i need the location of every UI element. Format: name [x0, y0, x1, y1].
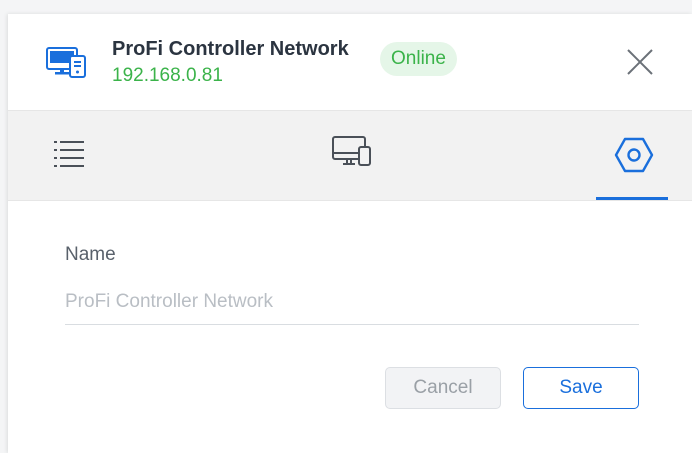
active-tab-indicator — [596, 197, 668, 200]
desktop-network-icon — [46, 45, 88, 79]
cancel-button[interactable]: Cancel — [385, 367, 501, 409]
monitor-device-icon — [332, 136, 371, 166]
name-input[interactable] — [65, 280, 639, 325]
tab-bar — [8, 110, 692, 201]
tab-list[interactable] — [38, 111, 108, 200]
tab-settings[interactable] — [596, 111, 668, 200]
close-icon — [627, 49, 653, 75]
device-name: ProFi Controller Network — [112, 38, 349, 60]
name-field-label: Name — [65, 244, 116, 265]
device-ip: 192.168.0.81 — [112, 65, 223, 86]
close-button[interactable] — [620, 42, 660, 82]
save-button[interactable]: Save — [523, 367, 639, 409]
device-settings-panel: ProFi Controller Network 192.168.0.81 On… — [8, 14, 692, 453]
panel-header: ProFi Controller Network 192.168.0.81 On… — [8, 14, 692, 110]
status-badge: Online — [380, 42, 457, 76]
list-icon — [54, 141, 84, 167]
settings-hexagon-icon — [614, 137, 654, 173]
tab-device[interactable] — [308, 111, 378, 200]
